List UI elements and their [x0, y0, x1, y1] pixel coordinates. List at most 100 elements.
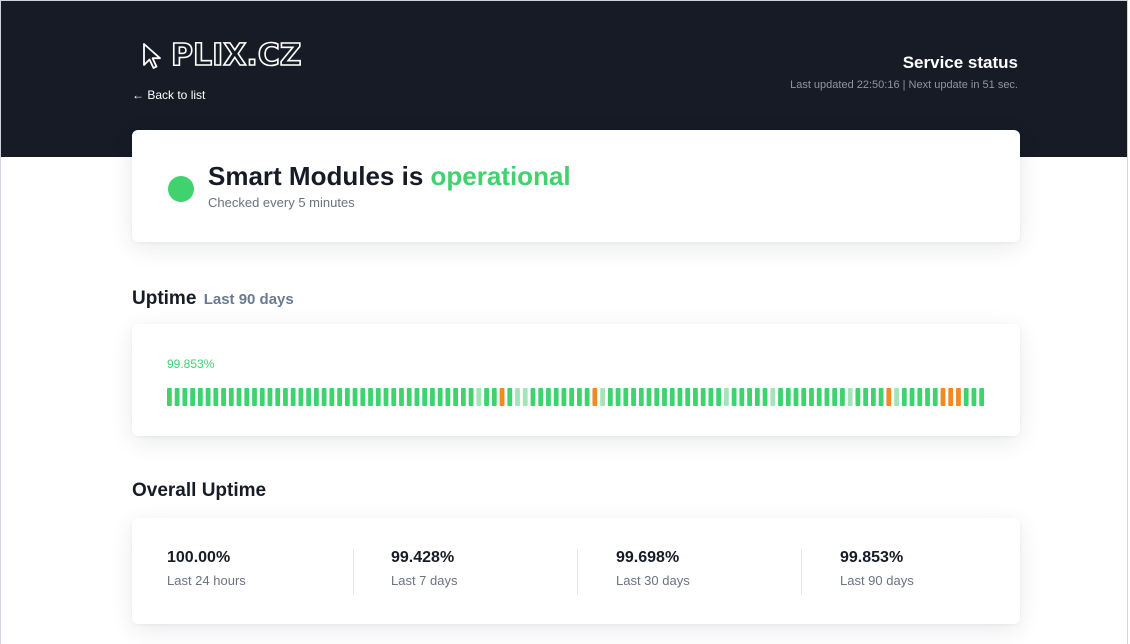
uptime-day-bar[interactable]	[925, 388, 930, 406]
uptime-day-bar[interactable]	[886, 388, 892, 406]
uptime-day-bar[interactable]	[770, 388, 776, 406]
uptime-day-bar[interactable]	[430, 388, 435, 406]
logo[interactable]: PLIX.CZ	[141, 40, 302, 71]
uptime-day-bar[interactable]	[460, 388, 466, 406]
uptime-day-bar[interactable]	[538, 388, 544, 406]
uptime-day-bar[interactable]	[723, 388, 729, 406]
uptime-day-bar[interactable]	[259, 388, 265, 406]
uptime-day-bar[interactable]	[244, 388, 250, 406]
uptime-day-bar[interactable]	[600, 388, 606, 406]
uptime-day-bar[interactable]	[321, 388, 327, 406]
uptime-day-bar[interactable]	[778, 388, 783, 406]
uptime-day-bar[interactable]	[530, 388, 536, 406]
uptime-day-bar[interactable]	[569, 388, 575, 406]
uptime-day-bar[interactable]	[406, 388, 412, 406]
uptime-day-bar[interactable]	[391, 388, 397, 406]
uptime-day-bar[interactable]	[677, 388, 683, 406]
uptime-day-bar[interactable]	[522, 388, 528, 406]
uptime-day-bar[interactable]	[437, 388, 443, 406]
uptime-day-bar[interactable]	[855, 388, 861, 406]
uptime-day-bar[interactable]	[236, 388, 242, 406]
uptime-day-bar[interactable]	[197, 388, 203, 406]
uptime-day-bar[interactable]	[870, 388, 876, 406]
uptime-day-bar[interactable]	[832, 388, 838, 406]
uptime-day-bar[interactable]	[662, 388, 667, 406]
uptime-day-bar[interactable]	[615, 388, 621, 406]
uptime-day-bar[interactable]	[623, 388, 629, 406]
uptime-day-bar[interactable]	[716, 388, 722, 406]
uptime-day-bar[interactable]	[847, 388, 853, 406]
uptime-day-bar[interactable]	[693, 388, 698, 406]
uptime-day-bar[interactable]	[167, 388, 172, 406]
uptime-day-bar[interactable]	[801, 388, 807, 406]
uptime-day-bar[interactable]	[584, 388, 590, 406]
uptime-day-bar[interactable]	[816, 388, 822, 406]
uptime-day-bar[interactable]	[491, 388, 497, 406]
uptime-day-bar[interactable]	[577, 388, 582, 406]
uptime-day-bar[interactable]	[329, 388, 335, 406]
uptime-day-bar[interactable]	[932, 388, 938, 406]
uptime-day-bar[interactable]	[638, 388, 644, 406]
uptime-day-bar[interactable]	[252, 388, 257, 406]
uptime-day-bar[interactable]	[368, 388, 373, 406]
uptime-day-bar[interactable]	[275, 388, 281, 406]
uptime-day-bar[interactable]	[592, 388, 598, 406]
uptime-day-bar[interactable]	[298, 388, 304, 406]
uptime-day-bar[interactable]	[901, 388, 907, 406]
uptime-day-bar[interactable]	[383, 388, 389, 406]
uptime-day-bar[interactable]	[445, 388, 451, 406]
uptime-day-bar[interactable]	[894, 388, 899, 406]
uptime-day-bar[interactable]	[971, 388, 977, 406]
uptime-day-bar[interactable]	[700, 388, 706, 406]
uptime-day-bar[interactable]	[948, 388, 954, 406]
uptime-day-bar[interactable]	[313, 388, 319, 406]
uptime-day-bar[interactable]	[979, 388, 985, 406]
uptime-day-bar[interactable]	[747, 388, 752, 406]
uptime-day-bar[interactable]	[809, 388, 814, 406]
uptime-day-bar[interactable]	[290, 388, 296, 406]
uptime-day-bar[interactable]	[267, 388, 273, 406]
uptime-day-bar[interactable]	[731, 388, 737, 406]
uptime-day-bar[interactable]	[344, 388, 350, 406]
uptime-day-bar[interactable]	[507, 388, 513, 406]
uptime-day-bar[interactable]	[607, 388, 613, 406]
uptime-day-bar[interactable]	[468, 388, 474, 406]
uptime-day-bar[interactable]	[708, 388, 714, 406]
uptime-day-bar[interactable]	[956, 388, 961, 406]
uptime-day-bar[interactable]	[793, 388, 799, 406]
uptime-day-bar[interactable]	[963, 388, 969, 406]
uptime-day-bar[interactable]	[414, 388, 420, 406]
uptime-day-bar[interactable]	[499, 388, 505, 406]
uptime-day-bar[interactable]	[337, 388, 342, 406]
uptime-day-bar[interactable]	[878, 388, 884, 406]
uptime-day-bar[interactable]	[940, 388, 946, 406]
uptime-day-bar[interactable]	[213, 388, 219, 406]
uptime-day-bar[interactable]	[863, 388, 869, 406]
uptime-day-bar[interactable]	[685, 388, 691, 406]
back-to-list-link[interactable]: ← Back to list	[132, 88, 205, 102]
uptime-day-bar[interactable]	[283, 388, 288, 406]
uptime-day-bar[interactable]	[476, 388, 482, 406]
uptime-day-bar[interactable]	[360, 388, 366, 406]
uptime-day-bar[interactable]	[917, 388, 923, 406]
uptime-day-bar[interactable]	[840, 388, 845, 406]
uptime-day-bar[interactable]	[399, 388, 404, 406]
uptime-day-bar[interactable]	[646, 388, 652, 406]
uptime-day-bar[interactable]	[484, 388, 489, 406]
uptime-day-bar[interactable]	[762, 388, 768, 406]
uptime-day-bar[interactable]	[654, 388, 660, 406]
uptime-day-bar[interactable]	[561, 388, 567, 406]
uptime-day-bar[interactable]	[306, 388, 312, 406]
uptime-day-bar[interactable]	[631, 388, 636, 406]
uptime-day-bar[interactable]	[352, 388, 358, 406]
uptime-day-bar[interactable]	[221, 388, 226, 406]
uptime-day-bar[interactable]	[553, 388, 559, 406]
uptime-day-bar[interactable]	[174, 388, 180, 406]
uptime-day-bar[interactable]	[824, 388, 830, 406]
uptime-day-bar[interactable]	[205, 388, 211, 406]
uptime-day-bar[interactable]	[754, 388, 760, 406]
uptime-day-bar[interactable]	[515, 388, 520, 406]
uptime-day-bar[interactable]	[785, 388, 791, 406]
uptime-day-bar[interactable]	[228, 388, 234, 406]
uptime-day-bar[interactable]	[422, 388, 428, 406]
